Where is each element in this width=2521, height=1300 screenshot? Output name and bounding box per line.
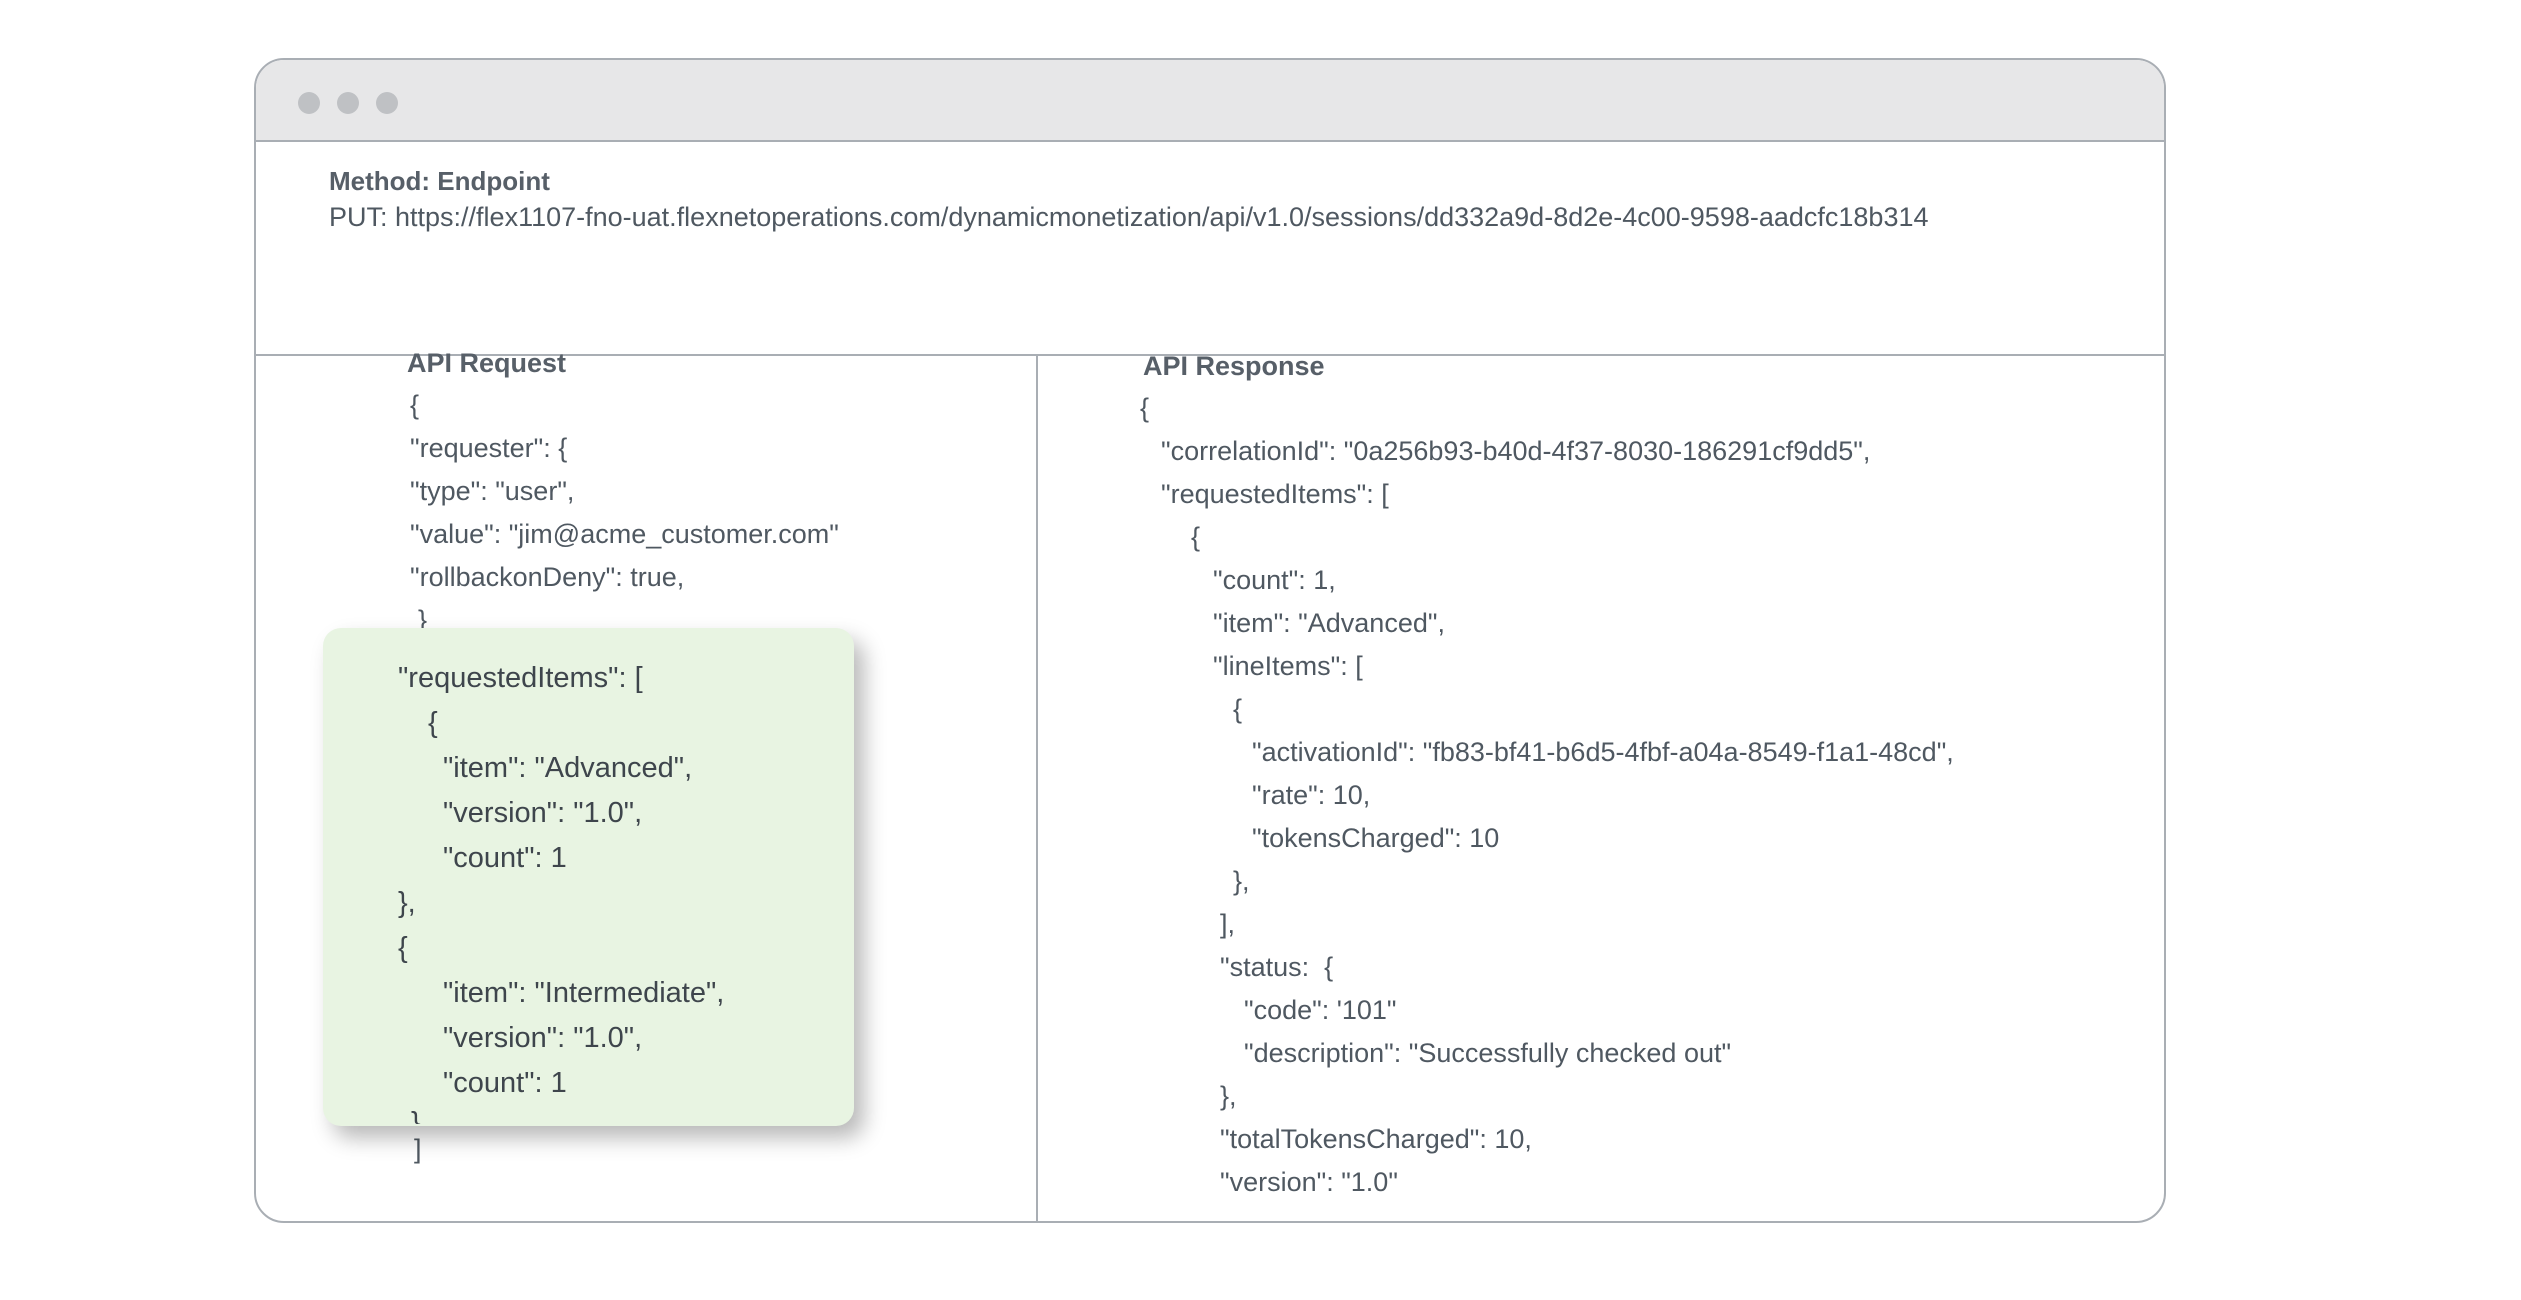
- minimize-dot-icon[interactable]: [337, 92, 359, 114]
- request-code-line: "type": "user",: [410, 476, 575, 506]
- response-code-line: "totalTokensCharged": 10,: [1220, 1124, 1532, 1154]
- callout-code-line: }: [411, 1108, 421, 1124]
- api-response-title: API Response: [1143, 351, 1325, 381]
- callout-code-line: "version": "1.0",: [443, 797, 643, 829]
- callout-code-line: {: [398, 932, 408, 964]
- response-code-line: "tokensCharged": 10: [1252, 823, 1500, 853]
- response-code-line: },: [1220, 1081, 1237, 1111]
- callout-code-line: "version": "1.0",: [443, 1022, 643, 1054]
- request-code-line: "value": "jim@acme_customer.com": [410, 519, 839, 549]
- response-code-line: "status: {: [1220, 952, 1334, 982]
- response-code-line: "description": "Successfully checked out…: [1244, 1038, 1732, 1068]
- callout-code-line: "item": "Advanced",: [443, 752, 693, 784]
- callout-code-line: "count": 1: [443, 1067, 567, 1099]
- response-code-line: "lineItems": [: [1213, 651, 1363, 681]
- response-code-line: },: [1233, 866, 1250, 896]
- callout-code-line: "requestedItems": [: [398, 662, 643, 694]
- response-code-line: "requestedItems": [: [1161, 479, 1389, 509]
- close-dot-icon[interactable]: [298, 92, 320, 114]
- callout-code-line: "item": "Intermediate",: [443, 977, 725, 1009]
- request-code-line: {: [410, 390, 420, 420]
- panel-divider: [1036, 356, 1038, 1221]
- callout-code-line: "count": 1: [443, 842, 567, 874]
- request-code-line: "rollbackonDeny": true,: [410, 562, 685, 592]
- response-code-line: {: [1140, 393, 1150, 423]
- response-code-line: "count": 1,: [1213, 565, 1336, 595]
- callout-code-line: {: [428, 707, 438, 739]
- request-code-line: "requester": {: [410, 433, 568, 463]
- response-code-line: ],: [1220, 909, 1236, 939]
- response-code-line: "item": "Advanced",: [1213, 608, 1445, 638]
- response-code-line: "version": "1.0": [1220, 1167, 1398, 1197]
- endpoint-url: PUT: https://flex1107-fno-uat.flexnetope…: [329, 202, 1929, 232]
- requested-items-callout: "requestedItems": [ { "item": "Advanced"…: [323, 628, 854, 1126]
- response-code-line: "activationId": "fb83-bf41-b6d5-4fbf-a04…: [1252, 737, 1954, 767]
- api-request-title: API Request: [407, 348, 567, 378]
- request-code-line: ]: [414, 1134, 422, 1164]
- callout-code-line: },: [398, 887, 416, 919]
- response-code-line: {: [1233, 694, 1243, 724]
- response-code-line: "code": '101": [1244, 995, 1397, 1025]
- response-code-line: "correlationId": "0a256b93-b40d-4f37-803…: [1161, 436, 1871, 466]
- endpoint-title: Method: Endpoint: [329, 166, 550, 196]
- response-code-line: {: [1191, 522, 1201, 552]
- response-code-line: "rate": 10,: [1252, 780, 1371, 810]
- window-titlebar: [256, 60, 2164, 142]
- maximize-dot-icon[interactable]: [376, 92, 398, 114]
